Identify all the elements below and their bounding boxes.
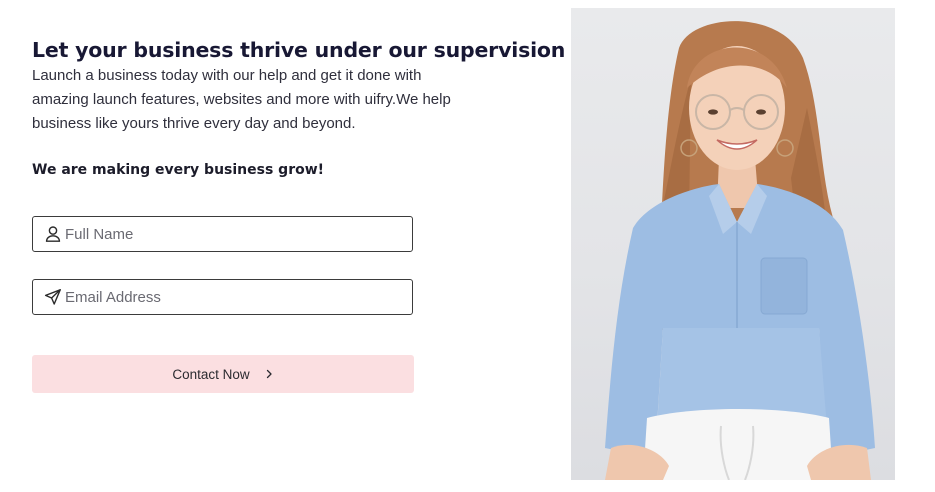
woman-portrait-photo xyxy=(571,8,895,480)
page-title: Let your business thrive under our super… xyxy=(32,38,566,62)
contact-now-label: Contact Now xyxy=(172,366,250,382)
contact-section: Let your business thrive under our super… xyxy=(0,0,935,492)
full-name-input[interactable] xyxy=(65,225,385,243)
chevron-right-icon xyxy=(264,368,274,380)
user-icon xyxy=(43,224,63,244)
portrait-illustration xyxy=(605,21,875,480)
contact-now-button[interactable]: Contact Now xyxy=(32,355,414,393)
email-input[interactable] xyxy=(65,288,385,306)
hero-text-block: Let your business thrive under our super… xyxy=(32,36,566,136)
send-icon xyxy=(43,287,63,307)
hero-description: Launch a business today with our help an… xyxy=(32,67,451,132)
full-name-field[interactable] xyxy=(32,216,413,252)
hero-tagline: We are making every business grow! xyxy=(32,162,325,178)
email-field[interactable] xyxy=(32,279,413,315)
